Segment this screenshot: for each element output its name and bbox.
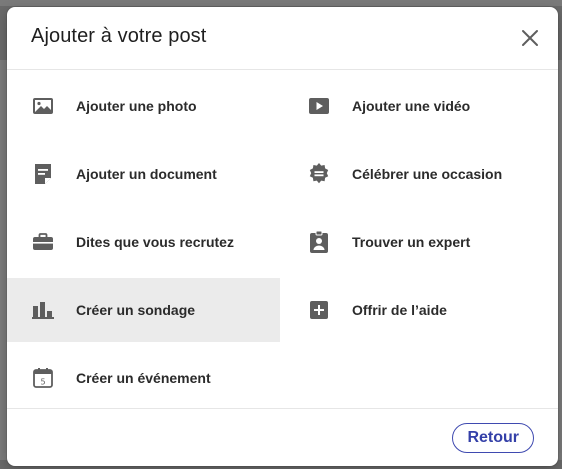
option-add-document[interactable]: Ajouter un document: [7, 142, 280, 206]
option-create-event[interactable]: 5 Créer un événement: [7, 346, 280, 410]
id-badge-icon: [307, 230, 331, 254]
option-find-expert[interactable]: Trouver un expert: [280, 210, 558, 274]
dialog-title: Ajouter à votre post: [31, 25, 207, 47]
option-offer-help[interactable]: Offrir de l’aide: [280, 278, 558, 342]
close-icon: [522, 30, 538, 46]
option-label: Créer un sondage: [76, 302, 196, 318]
option-label: Trouver un expert: [352, 234, 471, 250]
post-options-grid: Ajouter une photo Ajouter une vidéo Ajou…: [7, 70, 558, 408]
back-button[interactable]: Retour: [452, 423, 534, 453]
add-to-post-dialog: Ajouter à votre post Ajouter une photo A…: [7, 7, 558, 466]
document-icon: [31, 162, 55, 186]
dialog-footer: Retour: [7, 408, 558, 466]
option-label: Dites que vous recrutez: [76, 234, 234, 250]
calendar-day-number: 5: [40, 378, 45, 387]
option-label: Créer un événement: [76, 370, 211, 386]
option-add-video[interactable]: Ajouter une vidéo: [280, 74, 558, 138]
option-label: Ajouter une vidéo: [352, 98, 471, 114]
bar-chart-icon: [31, 298, 55, 322]
close-button[interactable]: [516, 24, 544, 52]
calendar-icon: 5: [31, 366, 55, 390]
option-label: Offrir de l’aide: [352, 302, 447, 318]
badge-icon: [307, 162, 331, 186]
option-label: Célébrer une occasion: [352, 166, 503, 182]
option-add-photo[interactable]: Ajouter une photo: [7, 74, 280, 138]
option-celebrate-occasion[interactable]: Célébrer une occasion: [280, 142, 558, 206]
background-feed-right: [558, 60, 562, 460]
plus-box-icon: [307, 298, 331, 322]
dialog-header: Ajouter à votre post: [7, 7, 558, 70]
image-icon: [31, 94, 55, 118]
option-label: Ajouter un document: [76, 166, 217, 182]
briefcase-icon: [31, 230, 55, 254]
video-play-icon: [307, 94, 331, 118]
option-hiring[interactable]: Dites que vous recrutez: [7, 210, 280, 274]
background-nav-bar: [0, 0, 562, 6]
option-create-poll[interactable]: Créer un sondage: [7, 278, 280, 342]
option-label: Ajouter une photo: [76, 98, 197, 114]
